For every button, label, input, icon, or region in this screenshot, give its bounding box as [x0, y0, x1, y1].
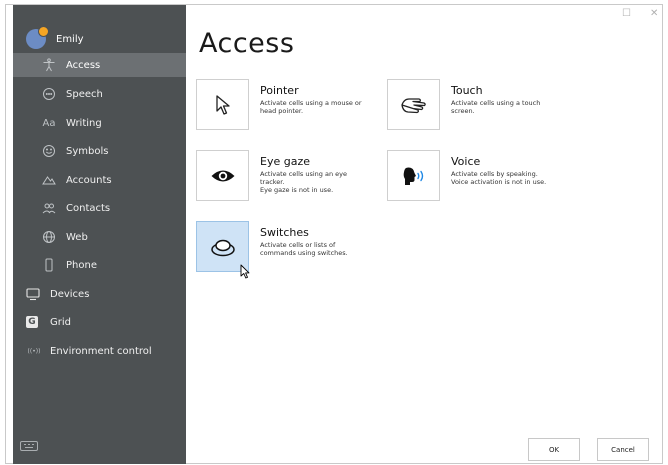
user-name: Emily: [56, 33, 84, 45]
writing-icon: Aa: [42, 117, 56, 129]
sidebar-item-label: Devices: [50, 288, 90, 300]
pointer-cursor-icon: [215, 94, 230, 115]
phone-icon: [42, 258, 56, 272]
sidebar-item-grid[interactable]: G Grid: [13, 310, 186, 334]
sidebar-item-label: Access: [66, 59, 101, 71]
option-description: Activate cells using a mouse or head poi…: [260, 99, 390, 115]
option-description: Activate cells using an eye tracker. Eye…: [260, 170, 390, 194]
monitor-icon: [26, 287, 40, 301]
option-tile[interactable]: [387, 150, 440, 201]
option-description-line: Activate cells using a touch: [451, 99, 541, 107]
option-tile[interactable]: [196, 79, 249, 130]
mouse-cursor-icon: [240, 264, 250, 279]
symbols-icon: [42, 144, 56, 158]
page-title: Access: [199, 28, 295, 59]
option-eye-gaze[interactable]: Eye gaze Activate cells using an eye tra…: [196, 150, 381, 202]
sidebar-item-phone[interactable]: Phone: [13, 253, 186, 277]
cancel-button[interactable]: Cancel: [597, 438, 649, 461]
globe-icon: [42, 230, 56, 244]
sidebar-item-web[interactable]: Web: [13, 225, 186, 249]
option-tile[interactable]: [196, 150, 249, 201]
touch-hand-icon: [400, 97, 426, 113]
sidebar-item-label: Phone: [66, 259, 97, 271]
option-description: Activate cells by speaking. Voice activa…: [451, 170, 581, 186]
grid-icon-glyph: G: [28, 317, 36, 327]
maximize-icon[interactable]: ☐: [622, 8, 631, 19]
option-description-line: Eye gaze is not in use.: [260, 186, 334, 194]
option-title: Pointer: [260, 84, 299, 97]
option-description: Activate cells or lists of commands usin…: [260, 241, 390, 257]
sidebar-item-devices[interactable]: Devices: [13, 282, 186, 306]
option-title: Switches: [260, 226, 309, 239]
sidebar-item-label: Web: [66, 231, 88, 243]
accounts-icon: [42, 173, 56, 187]
option-description-line: Activate cells using a mouse or: [260, 99, 362, 107]
option-description-line: Voice activation is not in use.: [451, 178, 547, 186]
environment-control-icon: ((•)): [27, 347, 41, 355]
option-switches[interactable]: Switches Activate cells or lists of comm…: [196, 221, 381, 273]
user-profile[interactable]: Emily: [26, 26, 84, 51]
contacts-icon: [42, 201, 56, 215]
option-title: Touch: [451, 84, 483, 97]
sidebar-item-label: Contacts: [66, 202, 111, 214]
option-description: Activate cells using a touch screen.: [451, 99, 581, 115]
sidebar-item-speech[interactable]: Speech: [13, 82, 186, 106]
sidebar: Emily Access Speech Aa Writing Symbols A…: [13, 5, 186, 464]
option-description-line: screen.: [451, 107, 475, 115]
switch-button-icon: [210, 239, 235, 256]
voice-icon: [403, 167, 423, 185]
sidebar-item-environment-control[interactable]: ((•)) Environment control: [13, 339, 186, 363]
ok-button[interactable]: OK: [528, 438, 580, 461]
sidebar-item-label: Writing: [66, 117, 102, 129]
sidebar-item-contacts[interactable]: Contacts: [13, 196, 186, 220]
sidebar-item-label: Grid: [50, 316, 71, 328]
notification-badge: [38, 26, 49, 37]
option-voice[interactable]: Voice Activate cells by speaking. Voice …: [387, 150, 587, 202]
sidebar-item-label: Environment control: [50, 345, 152, 357]
accessibility-icon: [42, 58, 56, 72]
sidebar-item-label: Accounts: [66, 174, 112, 186]
sidebar-item-symbols[interactable]: Symbols: [13, 139, 186, 163]
sidebar-item-accounts[interactable]: Accounts: [13, 168, 186, 192]
option-title: Eye gaze: [260, 155, 310, 168]
grid-icon: G: [26, 316, 38, 328]
sidebar-item-access[interactable]: Access: [13, 53, 186, 77]
keyboard-icon[interactable]: [20, 441, 38, 451]
sidebar-item-label: Symbols: [66, 145, 109, 157]
close-icon[interactable]: ✕: [650, 8, 658, 19]
option-description-line: commands using switches.: [260, 249, 348, 257]
option-description-line: Activate cells or lists of: [260, 241, 336, 249]
option-tile[interactable]: [387, 79, 440, 130]
option-touch[interactable]: Touch Activate cells using a touch scree…: [387, 79, 587, 131]
speech-bubble-icon: [42, 87, 56, 101]
avatar[interactable]: [26, 26, 49, 49]
option-pointer[interactable]: Pointer Activate cells using a mouse or …: [196, 79, 381, 131]
option-description-line: tracker.: [260, 178, 285, 186]
option-description-line: Activate cells using an eye: [260, 170, 347, 178]
sidebar-item-writing[interactable]: Aa Writing: [13, 111, 186, 135]
sidebar-item-label: Speech: [66, 88, 103, 100]
eye-icon: [211, 170, 234, 181]
option-title: Voice: [451, 155, 481, 168]
option-description-line: head pointer.: [260, 107, 304, 115]
option-description-line: Activate cells by speaking.: [451, 170, 538, 178]
